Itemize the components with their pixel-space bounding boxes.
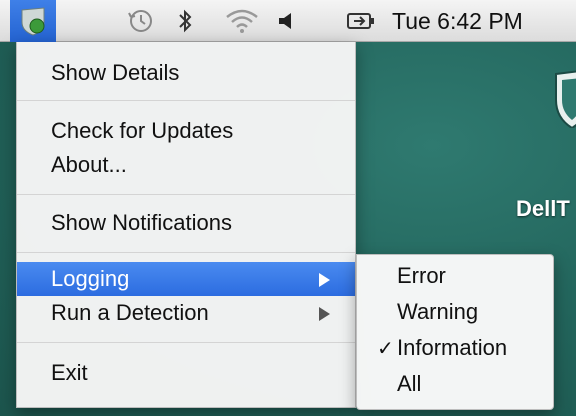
menu-item-label: Show Notifications xyxy=(51,210,232,235)
input-source-icon[interactable] xyxy=(344,0,378,42)
volume-icon[interactable] xyxy=(274,0,298,42)
menu-separator xyxy=(17,100,355,101)
menu-bar-clock[interactable]: Tue 6:42 PM xyxy=(392,0,568,42)
menu-item-label: Logging xyxy=(51,266,130,291)
submenu-item-label: Information xyxy=(397,335,508,360)
menu-separator xyxy=(17,194,355,195)
menu-item-label: Check for Updates xyxy=(51,118,234,143)
submenu-item-all[interactable]: All xyxy=(357,367,553,401)
desktop-icon-label: DellT xyxy=(516,196,570,221)
submenu-item-information[interactable]: ✓ Information xyxy=(357,331,553,365)
menu-item-label: Show Details xyxy=(51,60,180,85)
wifi-icon[interactable] xyxy=(222,0,262,42)
submenu-item-error[interactable]: Error xyxy=(357,259,553,293)
menu-item-label: About... xyxy=(51,152,127,177)
menu-separator xyxy=(17,252,355,253)
bluetooth-icon-glyph xyxy=(179,9,192,33)
menu-bar: Tue 6:42 PM xyxy=(0,0,576,42)
menu-item-show-details[interactable]: Show Details xyxy=(17,56,355,90)
time-machine-icon[interactable] xyxy=(123,0,159,42)
submenu-arrow-icon xyxy=(319,273,330,287)
submenu-item-label: All xyxy=(397,371,422,396)
menu-item-run-a-detection[interactable]: Run a Detection xyxy=(17,296,355,330)
menu-item-exit[interactable]: Exit xyxy=(17,356,355,390)
menu-item-show-notifications[interactable]: Show Notifications xyxy=(17,206,355,240)
submenu-item-label: Error xyxy=(397,263,446,288)
menu-item-logging[interactable]: Logging xyxy=(17,262,355,296)
dell-threat-defense-shield-icon xyxy=(21,7,45,36)
dell-threat-defense-desktop-icon[interactable] xyxy=(552,70,576,128)
menu-item-check-for-updates[interactable]: Check for Updates xyxy=(17,114,355,148)
input-source-icon-glyph xyxy=(347,13,374,29)
app-status-item[interactable] xyxy=(10,0,56,42)
volume-icon-glyph xyxy=(279,13,291,29)
menu-item-label: Exit xyxy=(51,360,88,385)
menu-separator xyxy=(17,342,355,343)
submenu-arrow-icon xyxy=(319,307,330,321)
bluetooth-icon[interactable] xyxy=(172,0,198,42)
checkmark-icon: ✓ xyxy=(377,338,394,360)
submenu-item-warning[interactable]: Warning xyxy=(357,295,553,329)
submenu-item-label: Warning xyxy=(397,299,479,324)
time-machine-icon-glyph xyxy=(128,10,152,32)
menu-item-about[interactable]: About... xyxy=(17,148,355,182)
status-dropdown-menu: Show Details Check for Updates About... … xyxy=(16,42,356,408)
logging-submenu: Error Warning ✓ Information All xyxy=(356,254,554,410)
wifi-icon-glyph xyxy=(226,9,258,33)
menu-item-label: Run a Detection xyxy=(51,300,209,325)
